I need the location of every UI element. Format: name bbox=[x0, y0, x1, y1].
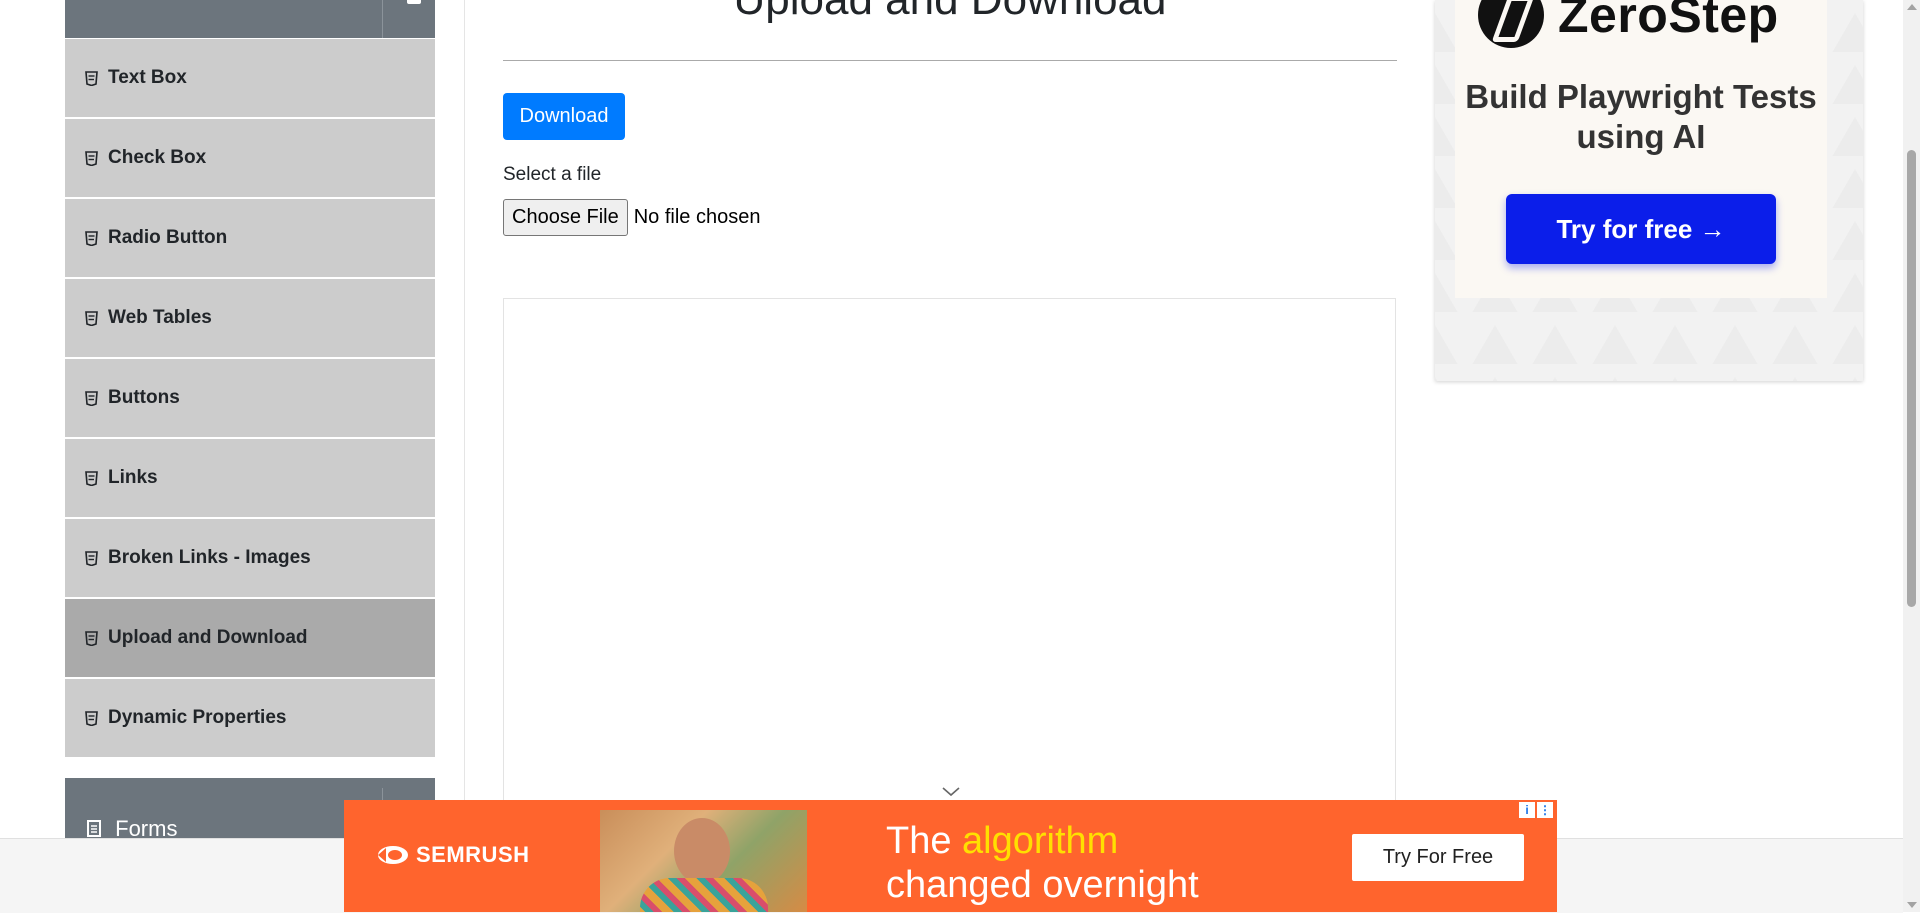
sidebar-item[interactable]: Links bbox=[65, 438, 435, 517]
semrush-logo: SEMRUSH bbox=[376, 842, 530, 868]
page-scrollbar[interactable] bbox=[1903, 0, 1920, 912]
sidebar-item-label: Upload and Download bbox=[108, 627, 308, 648]
sidebar-item[interactable]: Check Box bbox=[65, 118, 435, 197]
try-for-free-button[interactable]: Try for free → bbox=[1506, 194, 1776, 264]
sidebar-menu-list: Text Box Check Box Radio Button Web Tables B… bbox=[65, 38, 435, 757]
sidebar-item-label: Text Box bbox=[108, 67, 187, 88]
zerostep-logo-icon bbox=[1478, 0, 1544, 48]
download-button[interactable]: Download bbox=[503, 93, 625, 140]
html5-icon bbox=[83, 549, 99, 567]
ad-choices[interactable]: i ⋮ bbox=[1517, 802, 1553, 818]
sidebar-item-label: Web Tables bbox=[108, 307, 212, 328]
sidebar-item[interactable]: Upload and Download bbox=[65, 598, 435, 677]
left-sidebar: Text Box Check Box Radio Button Web Tables B… bbox=[65, 0, 435, 758]
ad-tagline-highlight: algorithm bbox=[962, 820, 1119, 862]
html5-icon bbox=[83, 389, 99, 407]
elements-group-header[interactable] bbox=[65, 0, 435, 38]
ad-headline: Build Playwright Tests using AI bbox=[1465, 78, 1817, 155]
sidebar-item-label: Buttons bbox=[108, 387, 180, 408]
sidebar-item-label: Links bbox=[108, 467, 158, 488]
sidebar-item-label: Broken Links - Images bbox=[108, 547, 311, 568]
zerostep-logo: ZeroStep bbox=[1478, 0, 1779, 48]
ad-photo bbox=[600, 810, 807, 912]
html5-icon bbox=[83, 309, 99, 327]
sidebar-item-label: Check Box bbox=[108, 147, 207, 168]
sidebar-item-label: Dynamic Properties bbox=[108, 707, 287, 728]
sidebar-item[interactable]: Radio Button bbox=[65, 198, 435, 277]
content-divider bbox=[464, 0, 465, 840]
ad-placeholder-frame bbox=[503, 298, 1396, 858]
scroll-down-arrow-icon[interactable] bbox=[1907, 902, 1917, 908]
html5-icon bbox=[83, 709, 99, 727]
ad-tagline-line2: changed overnight bbox=[886, 863, 1199, 906]
html5-icon bbox=[83, 629, 99, 647]
info-icon[interactable]: i bbox=[1519, 802, 1535, 818]
ad-card: ZeroStep Build Playwright Tests using AI… bbox=[1455, 0, 1827, 298]
ad-tagline: The algorithm changed overnight bbox=[886, 820, 1199, 907]
menu-dots-icon[interactable]: ⋮ bbox=[1537, 802, 1553, 818]
sidebar-item-label: Radio Button bbox=[108, 227, 228, 248]
page-title: Upload and Download bbox=[503, 0, 1397, 24]
sidebar-item[interactable]: Broken Links - Images bbox=[65, 518, 435, 597]
ad-person-face bbox=[674, 818, 730, 884]
choose-file-button[interactable]: Choose File bbox=[503, 199, 628, 236]
try-for-free-banner-button[interactable]: Try For Free bbox=[1352, 834, 1524, 881]
ad-person-shirt bbox=[640, 878, 768, 912]
ad-brand-name: ZeroStep bbox=[1558, 0, 1779, 43]
html5-icon bbox=[83, 469, 99, 487]
sidebar-item[interactable]: Dynamic Properties bbox=[65, 678, 435, 757]
semrush-flame-icon bbox=[378, 846, 408, 864]
ad-tagline-prefix: The bbox=[886, 820, 963, 862]
semrush-banner-ad[interactable]: SEMRUSH The algorithm changed overnight … bbox=[344, 800, 1557, 912]
html5-icon bbox=[83, 69, 99, 87]
file-upload-input[interactable]: Choose File No file chosen bbox=[503, 199, 760, 236]
html5-icon bbox=[83, 149, 99, 167]
group-toggle-icon[interactable] bbox=[382, 0, 435, 38]
scroll-up-arrow-icon[interactable] bbox=[1907, 4, 1917, 10]
sidebar-item[interactable]: Web Tables bbox=[65, 278, 435, 357]
sidebar-item[interactable]: Buttons bbox=[65, 358, 435, 437]
sidebar-item[interactable]: Text Box bbox=[65, 38, 435, 117]
select-file-label: Select a file bbox=[503, 164, 602, 185]
semrush-brand: SEMRUSH bbox=[416, 842, 530, 867]
file-status-text: No file chosen bbox=[633, 206, 761, 228]
scroll-thumb[interactable] bbox=[1907, 150, 1916, 607]
zerostep-ad[interactable]: ZeroStep Build Playwright Tests using AI… bbox=[1435, 0, 1863, 381]
title-divider bbox=[503, 60, 1397, 61]
html5-icon bbox=[83, 229, 99, 247]
